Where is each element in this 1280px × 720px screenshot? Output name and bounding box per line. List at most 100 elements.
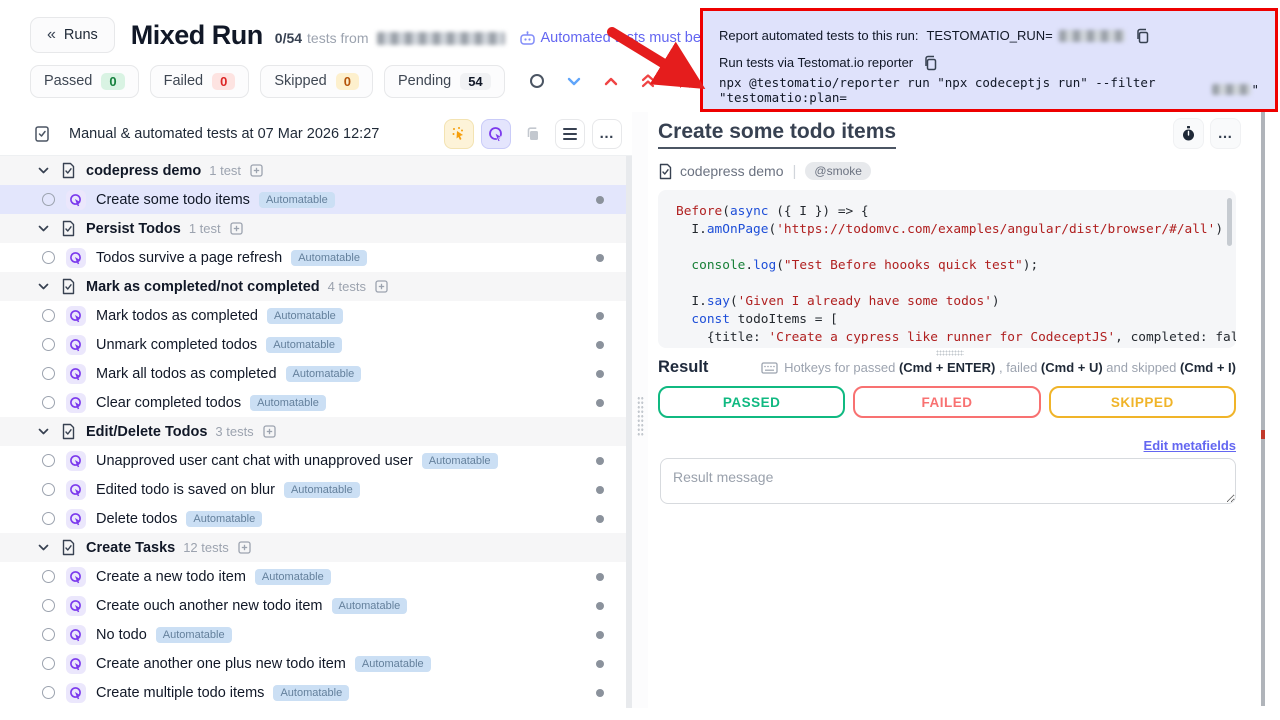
suite-row[interactable]: Persist Todos 1 test bbox=[0, 214, 626, 243]
test-status-radio[interactable] bbox=[42, 570, 55, 583]
chevron-down-icon[interactable] bbox=[38, 167, 49, 174]
test-row[interactable]: Clear completed todos Automatable bbox=[0, 388, 626, 417]
copy-tests-button[interactable] bbox=[518, 119, 548, 149]
test-row[interactable]: Create ouch another new todo item Automa… bbox=[0, 591, 626, 620]
status-dot bbox=[596, 254, 604, 262]
detail-more-button[interactable]: … bbox=[1210, 118, 1241, 149]
status-dot bbox=[596, 631, 604, 639]
test-status-radio[interactable] bbox=[42, 193, 55, 206]
chevron-down-icon[interactable] bbox=[561, 68, 587, 94]
add-test-icon[interactable] bbox=[238, 541, 251, 554]
auto-cursor-icon bbox=[488, 126, 504, 142]
test-row[interactable]: Unmark completed todos Automatable bbox=[0, 330, 626, 359]
automated-test-icon bbox=[66, 567, 86, 587]
filter-chip-passed[interactable]: Passed 0 bbox=[30, 65, 139, 98]
test-row[interactable]: Mark all todos as completed Automatable bbox=[0, 359, 626, 388]
test-row[interactable]: No todo Automatable bbox=[0, 620, 626, 649]
test-row[interactable]: Mark todos as completed Automatable bbox=[0, 301, 626, 330]
suite-file-icon bbox=[61, 423, 76, 440]
test-row[interactable]: Unapproved user cant chat with unapprove… bbox=[0, 446, 626, 475]
clipboard-check-icon[interactable] bbox=[34, 125, 51, 143]
breadcrumb-suite[interactable]: codepress demo bbox=[680, 163, 784, 179]
test-status-radio[interactable] bbox=[42, 338, 55, 351]
status-dot bbox=[596, 486, 604, 494]
test-status-radio[interactable] bbox=[42, 599, 55, 612]
list-toolbar: Manual & automated tests at 07 Mar 2026 … bbox=[0, 112, 632, 156]
test-status-radio[interactable] bbox=[42, 251, 55, 264]
test-status-radio[interactable] bbox=[42, 628, 55, 641]
automatable-badge: Automatable bbox=[259, 192, 335, 208]
suite-row[interactable]: codepress demo 1 test bbox=[0, 156, 626, 185]
test-row[interactable]: Create some todo items Automatable bbox=[0, 185, 626, 214]
suite-row[interactable]: Mark as completed/not completed 4 tests bbox=[0, 272, 626, 301]
copy-icon[interactable] bbox=[923, 55, 938, 71]
test-status-radio[interactable] bbox=[42, 512, 55, 525]
suite-file-icon bbox=[658, 163, 673, 180]
automatable-badge: Automatable bbox=[255, 569, 331, 585]
test-row[interactable]: Edited todo is saved on blur Automatable bbox=[0, 475, 626, 504]
add-test-icon[interactable] bbox=[230, 222, 243, 235]
back-to-runs-button[interactable]: « Runs bbox=[30, 17, 115, 53]
edit-metafields-link[interactable]: Edit metafields bbox=[1144, 438, 1236, 453]
chevron-down-icon[interactable] bbox=[38, 225, 49, 232]
test-status-radio[interactable] bbox=[42, 309, 55, 322]
add-test-icon[interactable] bbox=[250, 164, 263, 177]
test-row[interactable]: Create a new todo item Automatable bbox=[0, 562, 626, 591]
list-view-button[interactable] bbox=[555, 119, 585, 149]
chevron-down-icon[interactable] bbox=[38, 544, 49, 551]
double-chevron-up-icon[interactable] bbox=[635, 68, 661, 94]
double-chevron-left-icon: « bbox=[47, 26, 56, 44]
result-message-input[interactable] bbox=[660, 458, 1236, 504]
filter-chip-skipped[interactable]: Skipped 0 bbox=[260, 65, 373, 98]
list-more-button[interactable]: … bbox=[592, 119, 622, 149]
suite-row[interactable]: Edit/Delete Todos 3 tests bbox=[0, 417, 626, 446]
automatable-badge: Automatable bbox=[273, 685, 349, 701]
test-status-radio[interactable] bbox=[42, 396, 55, 409]
automatable-badge: Automatable bbox=[355, 656, 431, 672]
run-list-title: Manual & automated tests at 07 Mar 2026 … bbox=[69, 126, 379, 142]
test-status-radio[interactable] bbox=[42, 483, 55, 496]
panel-resize-divider[interactable] bbox=[632, 112, 648, 708]
copy-icon[interactable] bbox=[1135, 28, 1150, 44]
suite-row[interactable]: Create Tasks 12 tests bbox=[0, 533, 626, 562]
automated-test-icon bbox=[66, 625, 86, 645]
timer-button[interactable] bbox=[1173, 118, 1204, 149]
filter-chip-pending[interactable]: Pending 54 bbox=[384, 65, 505, 98]
chevron-down-icon[interactable] bbox=[38, 283, 49, 290]
chevron-up-icon[interactable] bbox=[598, 68, 624, 94]
automated-test-icon bbox=[66, 335, 86, 355]
test-row[interactable]: Create another one plus new todo item Au… bbox=[0, 649, 626, 678]
automated-run-button[interactable] bbox=[481, 119, 511, 149]
test-status-radio[interactable] bbox=[42, 367, 55, 380]
page-scrollbar[interactable] bbox=[1261, 112, 1265, 706]
filter-chip-failed[interactable]: Failed 0 bbox=[150, 65, 250, 98]
suite-title: Create Tasks bbox=[86, 540, 175, 556]
failed-button[interactable]: FAILED bbox=[853, 386, 1040, 418]
test-title: Mark all todos as completed bbox=[96, 366, 277, 382]
code-scrollbar[interactable] bbox=[1227, 198, 1232, 246]
bookmark-icon[interactable] bbox=[672, 68, 698, 94]
add-test-icon[interactable] bbox=[263, 425, 276, 438]
chip-label: Failed bbox=[164, 73, 204, 89]
reporter-command: npx @testomatio/reporter run "npx codece… bbox=[719, 75, 1212, 105]
skipped-button[interactable]: SKIPPED bbox=[1049, 386, 1236, 418]
test-detail-panel: Create some todo items … codepress demo … bbox=[648, 112, 1262, 708]
test-title: Unapproved user cant chat with unapprove… bbox=[96, 453, 413, 469]
chevron-down-icon[interactable] bbox=[38, 428, 49, 435]
pending-status-icon[interactable] bbox=[524, 68, 550, 94]
test-title: Mark todos as completed bbox=[96, 308, 258, 324]
code-resize-grip[interactable] bbox=[936, 350, 964, 356]
breadcrumb-separator: | bbox=[793, 163, 797, 180]
test-status-radio[interactable] bbox=[42, 686, 55, 699]
manual-run-button[interactable] bbox=[444, 119, 474, 149]
add-test-icon[interactable] bbox=[375, 280, 388, 293]
test-row[interactable]: Todos survive a page refresh Automatable bbox=[0, 243, 626, 272]
suite-file-icon bbox=[61, 539, 76, 556]
tag-smoke[interactable]: @smoke bbox=[805, 162, 871, 180]
test-status-radio[interactable] bbox=[42, 454, 55, 467]
test-detail-title[interactable]: Create some todo items bbox=[658, 120, 896, 149]
test-row[interactable]: Delete todos Automatable bbox=[0, 504, 626, 533]
passed-button[interactable]: PASSED bbox=[658, 386, 845, 418]
test-status-radio[interactable] bbox=[42, 657, 55, 670]
test-row[interactable]: Create multiple todo items Automatable bbox=[0, 678, 626, 707]
